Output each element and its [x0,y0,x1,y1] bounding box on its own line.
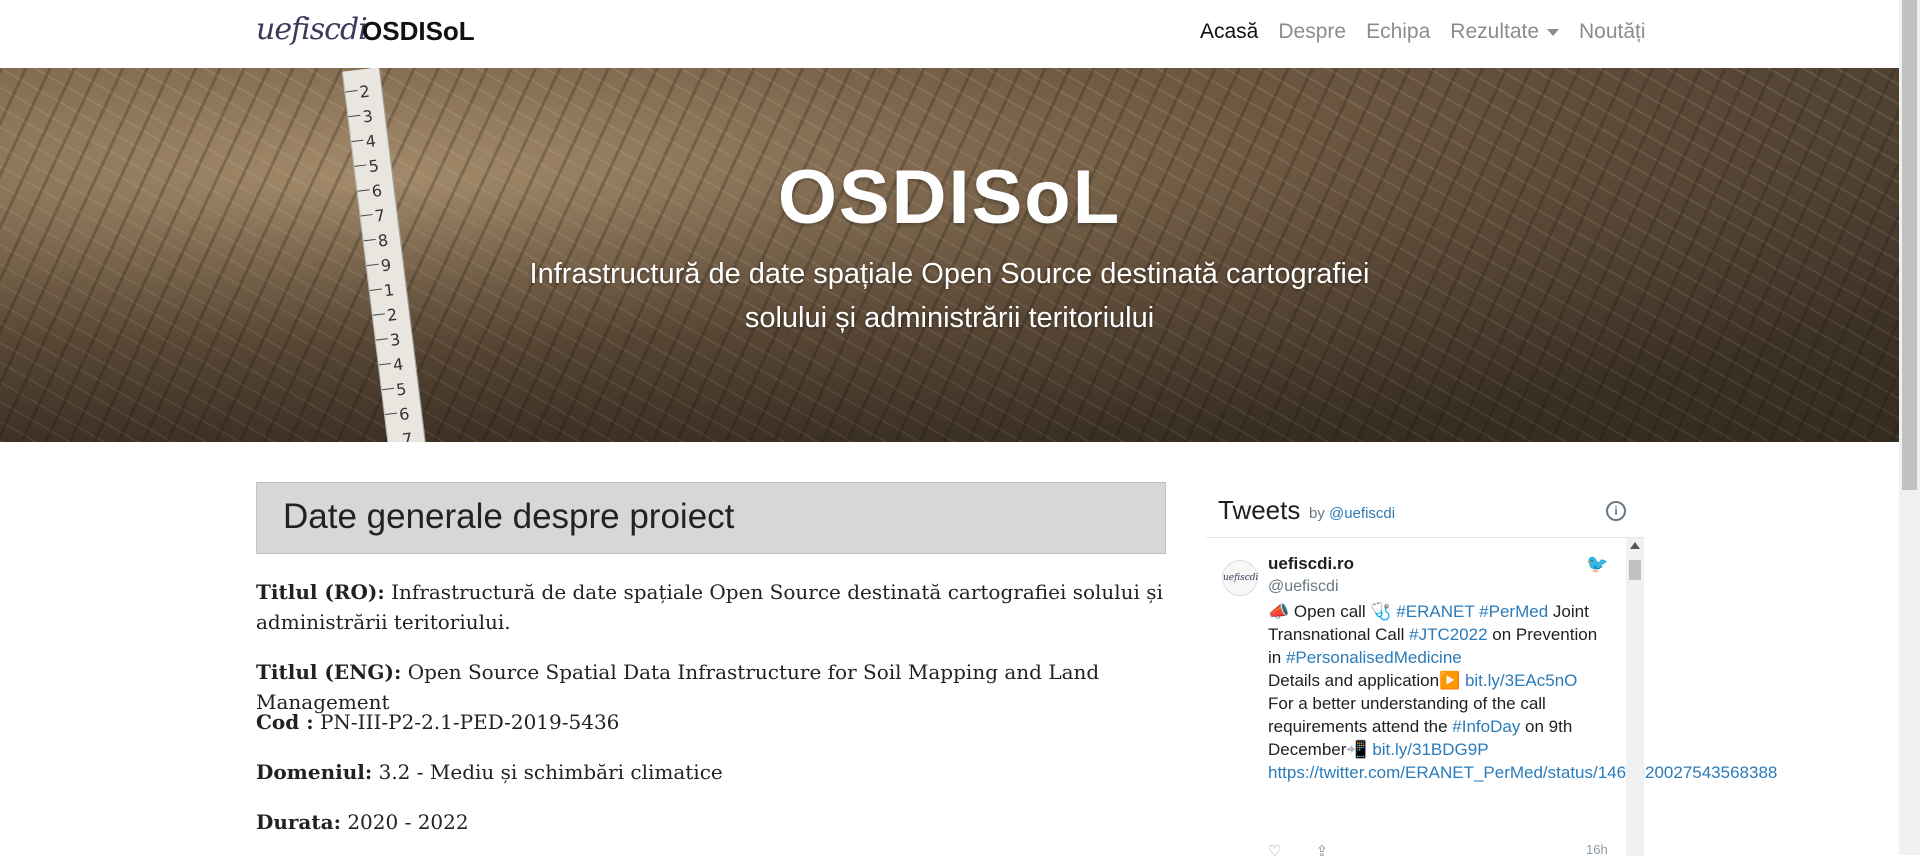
info-icon[interactable]: i [1606,501,1626,521]
page-scrollbar[interactable] [1899,0,1920,855]
tweets-title: Tweets [1218,495,1301,525]
hero-subtitle: Infrastructură de date spațiale Open Sou… [529,258,1370,334]
twitter-timeline: Tweets by @uefiscdi i uefiscdi uefiscdi.… [1206,485,1777,860]
tweets-by-handle-link[interactable]: @uefiscdi [1329,505,1395,522]
twitter-bird-icon[interactable]: 🐦 [1586,554,1608,575]
nav-item-echipa[interactable]: Echipa [1366,20,1430,44]
section-title: Date generale despre proiect [283,497,735,536]
field-title-ro: Titlul (RO): Infrastructură de date spaț… [256,577,1166,637]
tweet-text-segment: 📣 Open call 🩺 [1268,602,1397,621]
tweet-author-name[interactable]: uefiscdi.ro [1268,554,1354,574]
main-nav: Acasă Despre Echipa Rezultate Noutăți [1200,20,1666,44]
tweet-link[interactable]: #PersonalisedMedicine [1286,648,1462,667]
share-icon[interactable]: ⇪ [1316,843,1329,860]
tweet-author-handle[interactable]: @uefiscdi [1268,578,1339,596]
tweet-text: 📣 Open call 🩺 #ERANET #PerMed Joint Tran… [1268,600,1777,784]
tweets-by-label: by [1309,505,1325,522]
nav-item-rezultate[interactable]: Rezultate [1450,20,1560,44]
tweet-link[interactable]: #JTC2022 [1409,625,1487,644]
field-durata: Durata: 2020 - 2022 [256,807,1166,837]
brand-name[interactable]: OSDISoL [362,16,475,47]
field-cod: Cod : PN-III-P2-2.1-PED-2019-5436 [256,707,1166,737]
tweet-link[interactable]: #InfoDay [1452,717,1520,736]
tweet-link[interactable]: bit.ly/3EAc5nO [1465,671,1577,690]
scroll-thumb[interactable] [1629,560,1641,580]
section-header: Date generale despre proiect [256,482,1166,554]
tweet-link[interactable]: bit.ly/31BDG9P [1372,740,1488,759]
nav-item-rezultate-label: Rezultate [1450,20,1540,43]
field-value: 3.2 - Mediu și schimbări climatice [378,760,723,784]
scroll-up-icon[interactable] [1630,542,1640,549]
tweet-list[interactable]: uefiscdi uefiscdi.ro @uefiscdi 🐦 📣 Open … [1206,537,1777,860]
navbar: uefiscdi OSDISoL Acasă Despre Echipa Rez… [0,0,1899,69]
tweet-actions: ♡ ⇪ [1268,842,1328,860]
field-label: Domeniul: [256,760,373,784]
page-scroll-thumb[interactable] [1902,0,1917,490]
field-label: Durata: [256,810,341,834]
tweet-link[interactable]: #ERANET [1396,602,1474,621]
avatar[interactable]: uefiscdi [1222,560,1258,596]
tweet-text-segment: Details and application▶️ [1268,671,1465,690]
hero-title: OSDISoL [777,155,1122,240]
nav-item-despre[interactable]: Despre [1278,20,1346,44]
ruler-image: 2 3 4 5 6 7 8 9 1 2 3 4 5 6 7 [341,68,427,442]
hero-banner: 2 3 4 5 6 7 8 9 1 2 3 4 5 6 7 OSDISoL In… [0,68,1899,442]
nav-item-noutati[interactable]: Noutăți [1579,20,1646,44]
field-value: 2020 - 2022 [347,810,469,834]
field-domeniul: Domeniul: 3.2 - Mediu și schimbări clima… [256,757,1166,787]
tweets-by: by @uefiscdi [1309,505,1395,522]
field-label: Cod : [256,710,314,734]
tweet-link[interactable]: #PerMed [1479,602,1548,621]
field-label: Titlul (ENG): [256,660,402,684]
heart-icon[interactable]: ♡ [1268,843,1281,860]
field-value: PN-III-P2-2.1-PED-2019-5436 [319,710,620,734]
tweet-link[interactable]: https://twitter.com/ERANET_PerMed/status… [1268,763,1777,782]
field-value: Infrastructură de date spațiale Open Sou… [256,580,1163,634]
nav-item-acasa[interactable]: Acasă [1200,20,1258,44]
chevron-down-icon [1547,28,1560,36]
uefiscdi-logo[interactable]: uefiscdi [256,12,368,52]
field-label: Titlul (RO): [256,580,385,604]
tweet-scrollbar[interactable] [1626,538,1644,856]
